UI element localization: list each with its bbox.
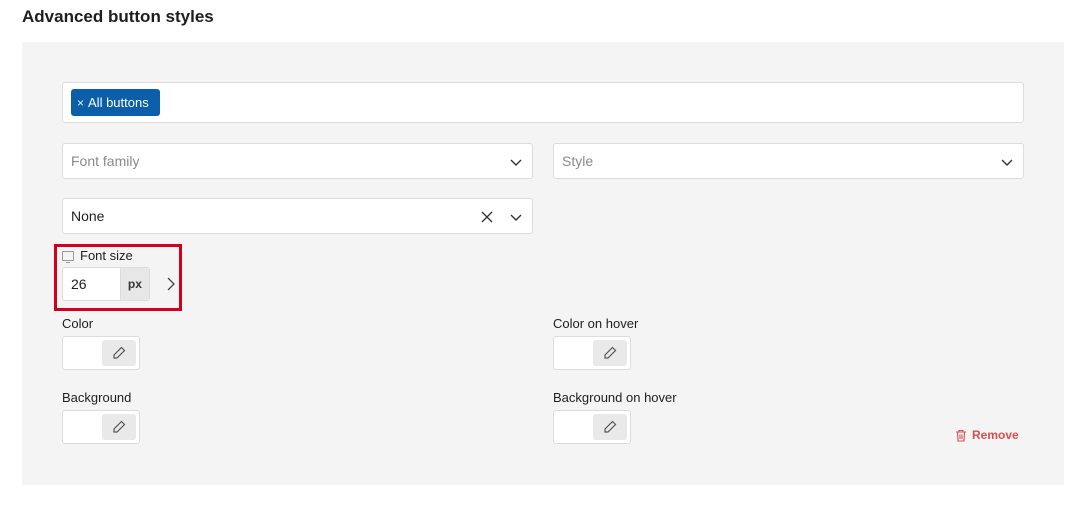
- background-label: Background: [62, 390, 132, 405]
- background-hover-label: Background on hover: [553, 390, 677, 405]
- chevron-right-icon[interactable]: [165, 276, 177, 292]
- chevron-down-icon: [1001, 159, 1013, 166]
- tag-remove-icon[interactable]: ×: [77, 96, 84, 110]
- remove-button[interactable]: Remove: [955, 428, 1019, 442]
- font-size-label-row: Font size: [62, 248, 133, 263]
- color-hover-picker[interactable]: [553, 336, 631, 370]
- background-picker-button[interactable]: [102, 414, 136, 440]
- button-styles-panel: × All buttons Font family Style None Fon…: [22, 42, 1064, 485]
- background-hover-picker-button[interactable]: [593, 414, 627, 440]
- chevron-down-icon: [510, 214, 522, 221]
- monitor-icon[interactable]: [62, 250, 74, 263]
- background-hover-picker[interactable]: [553, 410, 631, 444]
- background-picker[interactable]: [62, 410, 140, 444]
- tag-label: All buttons: [88, 95, 149, 110]
- font-family-placeholder: Font family: [71, 153, 140, 169]
- close-icon[interactable]: [480, 210, 494, 224]
- font-size-label: Font size: [80, 248, 133, 263]
- remove-label: Remove: [972, 428, 1019, 442]
- font-family-select[interactable]: Font family: [62, 143, 533, 179]
- style-placeholder: Style: [562, 153, 594, 169]
- color-label: Color: [62, 316, 94, 331]
- selector-input[interactable]: × All buttons: [62, 82, 1024, 123]
- eyedropper-icon: [604, 420, 617, 433]
- text-transform-select[interactable]: None: [62, 198, 533, 234]
- color-hover-label: Color on hover: [553, 316, 639, 331]
- text-transform-value: None: [71, 208, 105, 224]
- font-size-unit[interactable]: px: [119, 268, 149, 300]
- tag-all-buttons[interactable]: × All buttons: [71, 89, 160, 116]
- font-size-field[interactable]: 26 px: [62, 267, 150, 301]
- eyedropper-icon: [113, 346, 126, 359]
- color-picker[interactable]: [62, 336, 140, 370]
- chevron-down-icon: [510, 159, 522, 166]
- trash-icon: [956, 429, 966, 442]
- style-select[interactable]: Style: [553, 143, 1024, 179]
- color-picker-button[interactable]: [102, 340, 136, 366]
- font-size-value[interactable]: 26: [63, 268, 120, 300]
- eyedropper-icon: [113, 420, 126, 433]
- section-title: Advanced button styles: [22, 7, 214, 26]
- eyedropper-icon: [604, 346, 617, 359]
- color-hover-picker-button[interactable]: [593, 340, 627, 366]
